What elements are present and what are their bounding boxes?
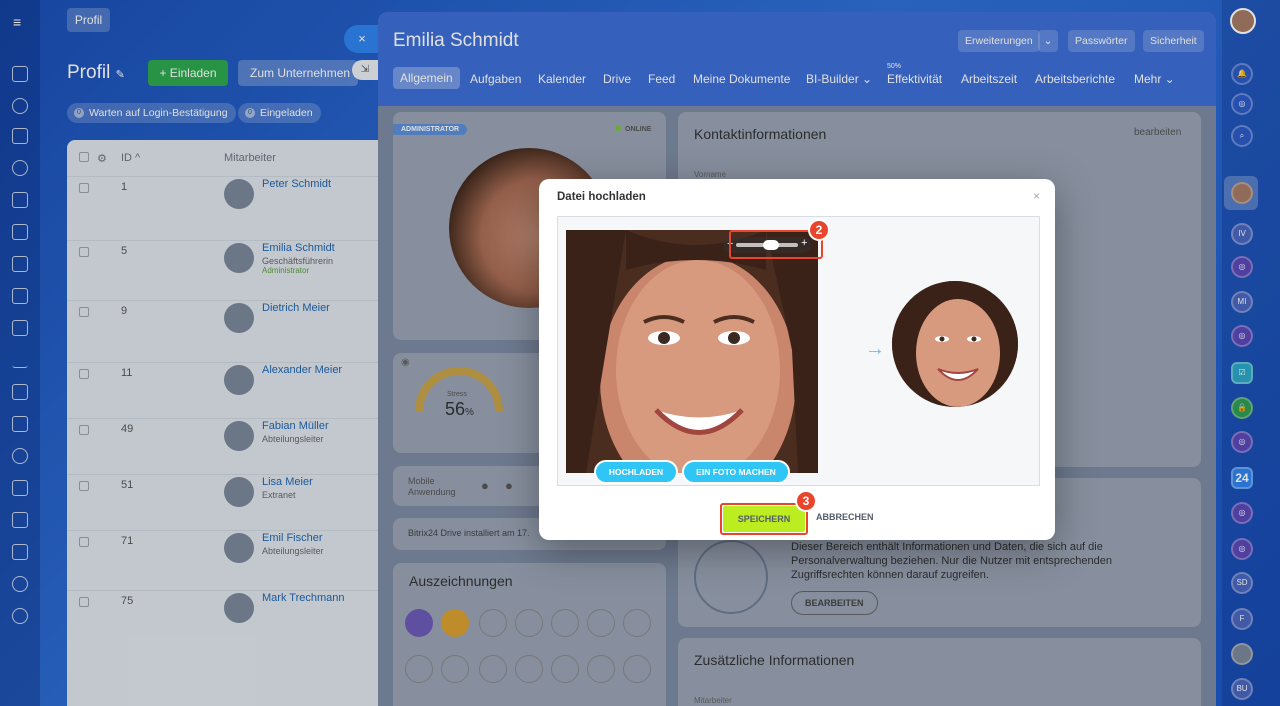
avatar-preview — [892, 281, 1018, 407]
save-button[interactable]: SPEICHERN — [723, 506, 805, 532]
arrow-right-icon: → — [865, 338, 885, 360]
step-badge-2: 2 — [808, 219, 830, 241]
take-photo-button[interactable]: EIN FOTO MACHEN — [682, 460, 790, 484]
crop-photo[interactable]: − + — [566, 230, 818, 473]
close-icon[interactable]: × — [1033, 189, 1040, 203]
face-image — [566, 230, 818, 473]
cancel-button[interactable]: ABBRECHEN — [816, 512, 874, 522]
preview-face — [892, 281, 1018, 407]
upload-button[interactable]: HOCHLADEN — [594, 460, 678, 484]
dialog-title: Datei hochladen — [557, 191, 646, 203]
step-badge-3: 3 — [795, 490, 817, 512]
